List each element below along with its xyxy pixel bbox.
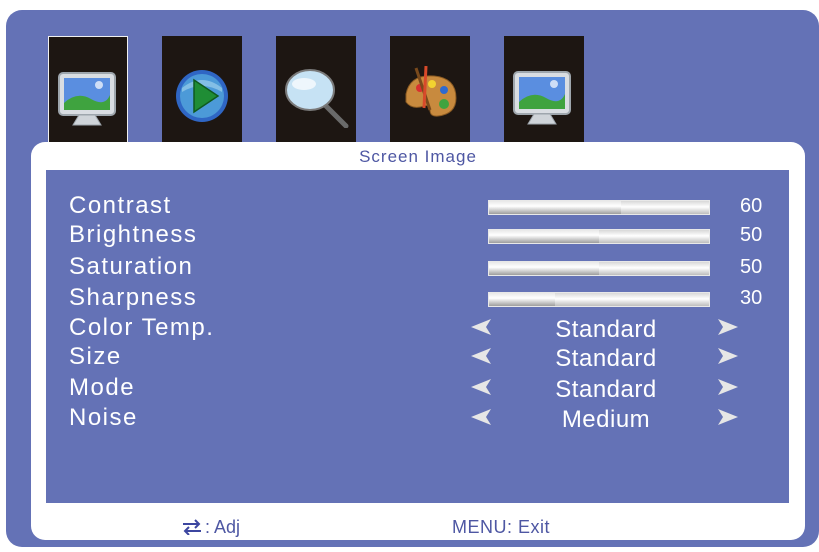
magnifier-icon [285,69,349,128]
monitor-icon [513,71,571,125]
exit-hint: MENU: Exit [452,517,551,537]
sharpness-slider[interactable] [488,292,710,307]
setting-label: Brightness [69,221,198,248]
contrast-slider[interactable] [488,200,710,215]
setting-size[interactable]: Size Standard [46,343,789,375]
brightness-slider[interactable] [488,229,710,244]
arrow-left-icon[interactable] [471,348,491,364]
arrow-left-icon[interactable] [471,379,491,395]
monitor-icon [58,72,116,126]
arrow-left-icon[interactable] [471,409,491,425]
osd-menu: Screen Image Contrast 60 Brightness 50 S… [6,10,819,547]
saturation-slider[interactable] [488,261,710,276]
setting-brightness[interactable]: Brightness 50 [46,221,789,253]
palette-icon [405,66,457,117]
slider-fill [489,293,555,306]
tab-search[interactable] [276,36,356,146]
adjust-hint: : Adj [181,517,240,538]
setting-label: Mode [69,374,136,401]
option-value: Standard [555,345,657,372]
tab-screen-image-2[interactable] [504,36,584,146]
menu-tab-bar [48,36,608,156]
setting-mode[interactable]: Mode Standard [46,374,789,406]
settings-panel: Screen Image Contrast 60 Brightness 50 S… [31,142,805,540]
setting-value: 50 [740,224,763,246]
slider-fill [489,262,599,275]
setting-color-temp[interactable]: Color Temp. Standard [46,314,789,346]
setting-noise[interactable]: Noise Medium [46,404,789,436]
setting-label: Noise [69,404,138,431]
setting-value: 60 [740,195,763,217]
setting-value: 50 [740,256,763,278]
setting-label: Sharpness [69,284,198,311]
panel-title: Screen Image [359,147,477,166]
footer-hints: : Adj MENU: Exit [31,517,805,539]
setting-value: 30 [740,287,763,309]
slider-fill [489,201,621,214]
tab-screen-image[interactable] [48,36,128,146]
setting-contrast[interactable]: Contrast 60 [46,192,789,224]
setting-label: Saturation [69,253,194,280]
option-value: Medium [561,406,651,433]
settings-list: Contrast 60 Brightness 50 Saturation 50 … [46,170,789,503]
arrow-right-icon[interactable] [718,348,738,364]
arrow-left-icon[interactable] [471,319,491,335]
adjust-hint-label: : Adj [205,517,241,537]
option-value: Standard [555,316,657,343]
slider-fill [489,230,599,243]
setting-label: Contrast [69,192,172,219]
arrow-right-icon[interactable] [718,319,738,335]
arrow-right-icon[interactable] [718,409,738,425]
option-value: Standard [555,376,657,403]
tab-play[interactable] [162,36,242,146]
play-icon [176,70,228,122]
swap-arrows-icon [183,519,201,536]
setting-label: Size [69,343,122,370]
setting-label: Color Temp. [69,314,215,341]
setting-saturation[interactable]: Saturation 50 [46,253,789,285]
arrow-right-icon[interactable] [718,379,738,395]
setting-sharpness[interactable]: Sharpness 30 [46,284,789,316]
tab-color[interactable] [390,36,470,146]
